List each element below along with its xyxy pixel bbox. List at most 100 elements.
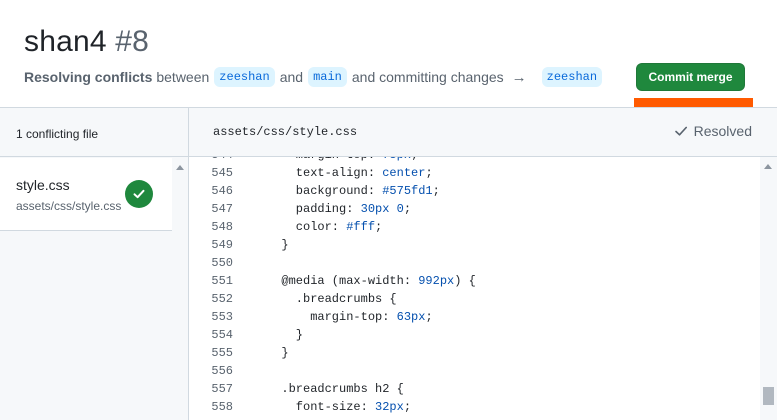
line-source: text-align: center; bbox=[233, 164, 433, 182]
code-line: 557 .breadcrumbs h2 { bbox=[189, 380, 476, 398]
code-value: 32px bbox=[375, 400, 404, 414]
code-line: 553 margin-top: 63px; bbox=[189, 308, 476, 326]
code-text: @media (max-width: bbox=[267, 274, 419, 288]
conflict-count-label: 1 conflicting file bbox=[0, 108, 188, 157]
code-text: ; bbox=[403, 400, 412, 414]
line-number: 553 bbox=[211, 310, 233, 324]
file-name: style.css bbox=[16, 177, 70, 193]
code-text: .breadcrumbs { bbox=[267, 292, 397, 306]
scroll-up-arrow-icon[interactable] bbox=[176, 165, 184, 170]
code-value: 30px 0 bbox=[360, 202, 404, 216]
code-value: 63px bbox=[396, 310, 426, 324]
line-number: 547 bbox=[211, 202, 233, 216]
line-source: background: #575fd1; bbox=[233, 182, 440, 200]
line-number: 544 bbox=[189, 157, 233, 164]
line-number: 551 bbox=[211, 274, 233, 288]
code-text: ) { bbox=[454, 274, 476, 288]
code-line: 548 color: #fff; bbox=[189, 218, 476, 236]
code-line: 544 margin-top: 73px; bbox=[189, 157, 476, 164]
branch-target-pill[interactable]: zeeshan bbox=[541, 67, 603, 87]
code-line: 554 } bbox=[189, 326, 476, 344]
line-number: 558 bbox=[211, 400, 233, 414]
line-number: 555 bbox=[211, 346, 233, 360]
code-line: 546 background: #575fd1; bbox=[189, 182, 476, 200]
sidebar-scrollbar[interactable] bbox=[172, 158, 188, 420]
page-header: shan4 #8 Resolving conflicts between zee… bbox=[0, 0, 777, 109]
code-line: 552 .breadcrumbs { bbox=[189, 290, 476, 308]
resolved-label: Resolved bbox=[693, 123, 752, 139]
repo-name: shan4 bbox=[24, 25, 107, 58]
code-text: } bbox=[267, 238, 289, 252]
line-number: 549 bbox=[211, 238, 233, 252]
line-number: 545 bbox=[211, 166, 233, 180]
code-text: ; bbox=[411, 157, 418, 162]
code-text: } bbox=[267, 328, 304, 342]
code-text: .breadcrumbs h2 { bbox=[267, 382, 404, 396]
code-text: ; bbox=[432, 184, 440, 198]
subtitle-committing: and committing changes bbox=[351, 69, 504, 85]
line-source: .breadcrumbs h2 { bbox=[233, 380, 404, 398]
code-text: margin-top: bbox=[267, 157, 382, 162]
subtitle-strong: Resolving conflicts bbox=[24, 69, 153, 85]
line-source: color: #fff; bbox=[233, 218, 382, 236]
code-text: color: bbox=[267, 220, 347, 234]
code-text: text-align: bbox=[267, 166, 383, 180]
file-path: assets/css/style.css bbox=[16, 199, 122, 213]
code-text: } bbox=[267, 346, 289, 360]
code-area[interactable]: 544 margin-top: 73px;545 text-align: cen… bbox=[189, 157, 760, 420]
conflict-file-sidebar: 1 conflicting file style.css assets/css/… bbox=[0, 107, 189, 420]
code-text: ; bbox=[403, 202, 412, 216]
line-source: margin-top: 63px; bbox=[233, 308, 433, 326]
code-text: ; bbox=[375, 220, 383, 234]
page-title: shan4 #8 bbox=[24, 25, 149, 59]
code-text: ; bbox=[425, 166, 433, 180]
line-source: padding: 30px 0; bbox=[233, 200, 411, 218]
resolved-status: Resolved bbox=[674, 123, 752, 139]
line-number: 546 bbox=[211, 184, 233, 198]
code-line: 551 @media (max-width: 992px) { bbox=[189, 272, 476, 290]
editor-scrollbar[interactable] bbox=[760, 157, 777, 420]
code-line: 545 text-align: center; bbox=[189, 164, 476, 182]
pr-number: #8 bbox=[115, 25, 150, 58]
line-number: 552 bbox=[211, 292, 233, 306]
arrow-right-icon: → bbox=[511, 68, 527, 86]
code-text: padding: bbox=[267, 202, 361, 216]
scroll-up-arrow-icon[interactable] bbox=[764, 164, 772, 169]
editor-header: assets/css/style.css Resolved bbox=[189, 108, 777, 157]
code-value: 73px bbox=[382, 157, 411, 162]
code-text: margin-top: bbox=[267, 310, 397, 324]
subtitle-between: between bbox=[156, 69, 210, 85]
check-icon bbox=[674, 126, 687, 136]
code-value: #fff bbox=[346, 220, 376, 234]
code-value: 992px bbox=[418, 274, 455, 288]
merge-editor: assets/css/style.css Resolved 544 margin… bbox=[189, 107, 777, 420]
code-value: center bbox=[382, 166, 426, 180]
code-text: background: bbox=[267, 184, 383, 198]
commit-merge-button[interactable]: Commit merge bbox=[636, 63, 745, 91]
line-source: font-size: 32px; bbox=[233, 398, 411, 416]
line-number: 556 bbox=[211, 364, 233, 378]
conflict-subtitle: Resolving conflicts between zeeshan and … bbox=[24, 66, 607, 88]
code-text: font-size: bbox=[267, 400, 376, 414]
code-lines: 544 margin-top: 73px;545 text-align: cen… bbox=[189, 157, 476, 416]
line-number: 554 bbox=[211, 328, 233, 342]
line-source: } bbox=[233, 236, 289, 254]
line-source: margin-top: 73px; bbox=[233, 157, 418, 164]
code-text: ; bbox=[425, 310, 433, 324]
branch-from-pill[interactable]: zeeshan bbox=[214, 67, 275, 87]
subtitle-and: and bbox=[279, 69, 304, 85]
branch-into-pill[interactable]: main bbox=[308, 67, 347, 87]
line-number: 557 bbox=[211, 382, 233, 396]
line-number: 550 bbox=[211, 256, 233, 270]
line-source bbox=[233, 254, 267, 272]
code-value: #575fd1 bbox=[382, 184, 433, 198]
editor-file-path: assets/css/style.css bbox=[213, 125, 358, 139]
scrollbar-thumb[interactable] bbox=[763, 387, 774, 405]
line-source: @media (max-width: 992px) { bbox=[233, 272, 476, 290]
line-source: .breadcrumbs { bbox=[233, 290, 397, 308]
code-line: 555 } bbox=[189, 344, 476, 362]
line-number: 548 bbox=[211, 220, 233, 234]
check-circle-icon bbox=[125, 180, 153, 208]
line-source: } bbox=[233, 344, 289, 362]
code-line: 549 } bbox=[189, 236, 476, 254]
